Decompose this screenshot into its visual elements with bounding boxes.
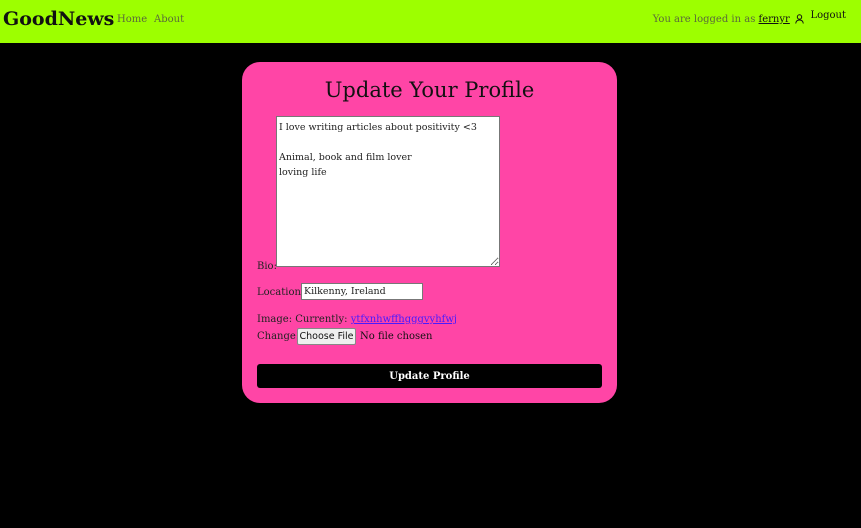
navbar: GoodNews Home About You are logged in as… (0, 0, 861, 43)
form-title: Update Your Profile (324, 78, 535, 102)
image-row: Image: Currently: ytfxnhwffhgggvyhfwj (257, 314, 457, 325)
person-icon (795, 14, 804, 27)
bio-label: Bio: (257, 261, 277, 272)
location-input[interactable] (301, 283, 423, 300)
profile-form-card: Update Your Profile I love writing artic… (242, 62, 617, 403)
file-status: No file chosen (360, 331, 433, 342)
login-status: You are logged in as fernyr (653, 14, 804, 27)
update-profile-button[interactable]: Update Profile (257, 364, 602, 388)
logout-link[interactable]: Logout (810, 10, 846, 21)
profile-username-link[interactable]: fernyr (759, 14, 790, 25)
nav-link-about[interactable]: About (154, 14, 184, 25)
change-label: Change: (257, 331, 300, 342)
location-label: Location: (257, 287, 305, 298)
nav-link-home[interactable]: Home (117, 14, 147, 25)
current-image-link[interactable]: ytfxnhwffhgggvyhfwj (351, 314, 457, 325)
image-label: Image: Currently: (257, 314, 348, 325)
choose-file-button[interactable]: Choose File (297, 328, 356, 345)
brand-logo-link[interactable]: GoodNews (3, 8, 114, 30)
login-prefix: You are logged in as (652, 14, 756, 25)
bio-textarea[interactable]: I love writing articles about positivity… (276, 116, 500, 267)
